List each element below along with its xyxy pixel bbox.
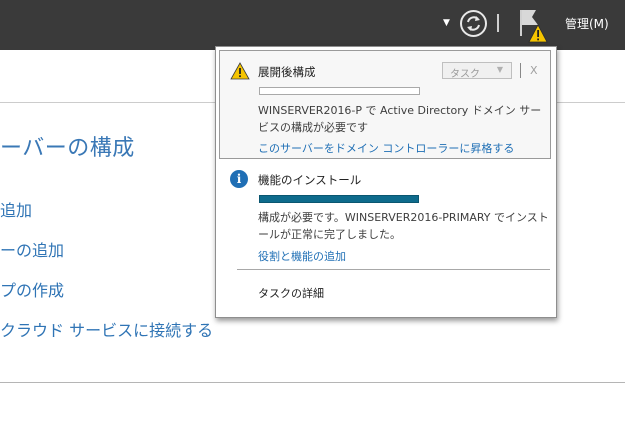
quickstart-link-add-server[interactable]: ーの追加: [0, 237, 64, 261]
progress-bar: [259, 195, 419, 203]
add-roles-features-link[interactable]: 役割と機能の追加: [258, 248, 346, 264]
separator: [237, 269, 550, 270]
post-deployment-task: 展開後構成 タスク ▼ X WINSERVER2016-P で Active D…: [219, 50, 551, 159]
task-details-link[interactable]: タスクの詳細: [258, 285, 324, 301]
quickstart-link-create-group[interactable]: プの作成: [0, 277, 64, 301]
chevron-down-icon: ▼: [496, 65, 503, 74]
flag-warning-icon: [520, 10, 548, 43]
notifications-popup: 展開後構成 タスク ▼ X WINSERVER2016-P で Active D…: [215, 46, 557, 318]
divider: [0, 382, 625, 383]
task-title: 展開後構成: [258, 65, 316, 79]
task-dropdown-label: タスク: [450, 69, 480, 80]
task-dropdown[interactable]: タスク ▼: [442, 62, 512, 80]
close-button[interactable]: X: [530, 64, 538, 77]
warning-icon: [230, 62, 250, 80]
top-toolbar: ▼ 管理(M): [0, 0, 625, 50]
promote-domain-controller-link[interactable]: このサーバーをドメイン コントローラーに昇格する: [258, 140, 514, 156]
notifications-flag-button[interactable]: [516, 7, 552, 45]
task-title: 機能のインストール: [258, 173, 362, 187]
progress-bar: [259, 87, 420, 95]
refresh-button[interactable]: [460, 10, 487, 37]
task-message: 構成が必要です。WINSERVER2016-PRIMARY でインストールが正常…: [258, 211, 549, 241]
refresh-icon: [467, 16, 480, 31]
dropdown-arrow-icon[interactable]: ▼: [443, 18, 450, 28]
quickstart-link-add[interactable]: 追加: [0, 197, 32, 221]
toolbar-separator: [497, 14, 499, 32]
task-message: WINSERVER2016-P で Active Directory ドメイン …: [258, 104, 542, 134]
separator: [520, 63, 521, 78]
quickstart-link-connect-cloud[interactable]: クラウド サービスに接続する: [0, 317, 213, 341]
info-icon: i: [230, 170, 248, 188]
quickstart-title: ーバーの構成: [0, 136, 135, 161]
manage-menu[interactable]: 管理(M): [565, 15, 609, 32]
